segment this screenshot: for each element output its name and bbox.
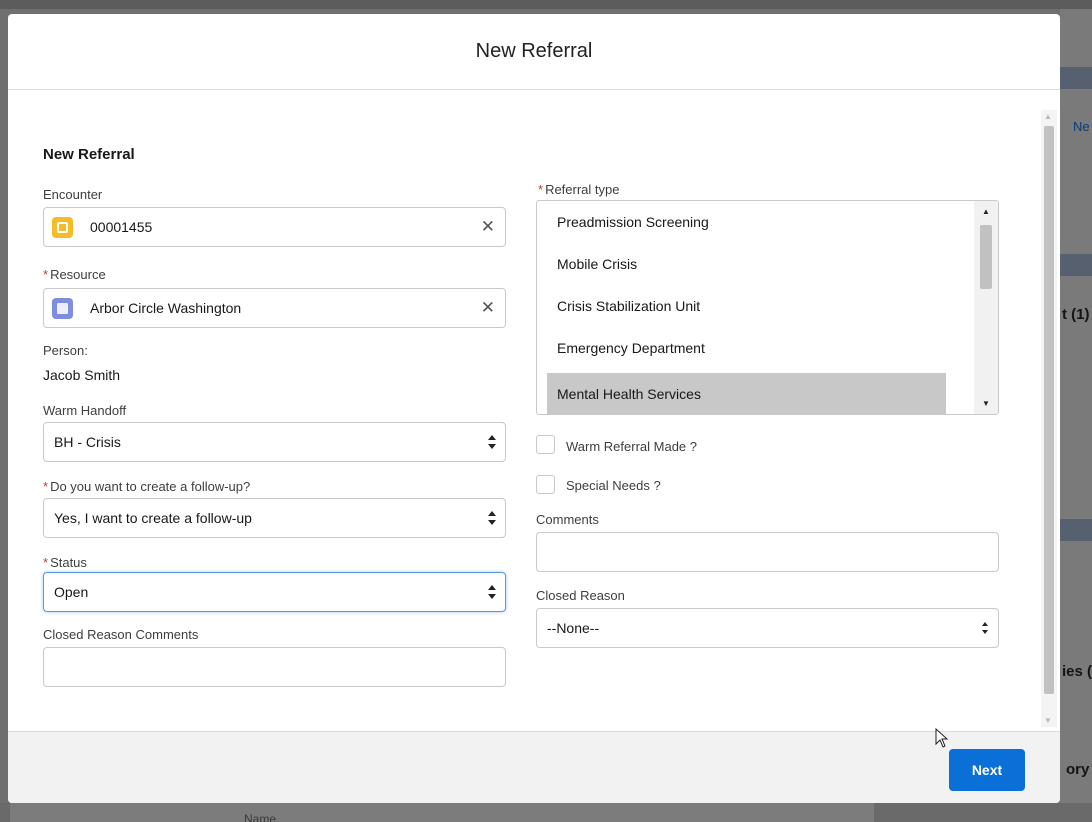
background-band [1060,519,1092,541]
closed-reason-label: Closed Reason [536,588,625,603]
referral-type-option[interactable]: Preadmission Screening [547,201,946,243]
referral-type-option[interactable]: Crisis Stabilization Unit [547,285,946,327]
encounter-record-icon [52,217,73,238]
listbox-scroll-thumb[interactable] [980,225,992,289]
follow-up-label-text: Do you want to create a follow-up? [50,479,251,494]
background-fragment: Ne [1073,119,1090,134]
status-value: Open [54,584,89,600]
comments-label: Comments [536,512,599,527]
clear-encounter-icon[interactable]: ✕ [481,217,495,237]
modal-footer: Next [8,731,1060,803]
referral-type-label: * Referral type [538,182,619,197]
background-band [1060,67,1092,89]
encounter-lookup-field[interactable]: 00001455 ✕ [43,207,506,247]
closed-reason-select[interactable]: --None-- [536,608,999,648]
resource-label: * Resource [43,267,106,282]
scroll-thumb[interactable] [1044,126,1054,694]
warm-referral-checkbox[interactable] [536,435,555,454]
encounter-value: 00001455 [90,219,153,235]
status-label-text: Status [50,555,87,570]
required-marker: * [538,182,544,197]
comments-input[interactable] [536,532,999,572]
account-record-icon [52,298,73,319]
modal-header: New Referral [8,14,1060,90]
background-band [1060,254,1092,276]
closed-reason-comments-label: Closed Reason Comments [43,627,199,642]
referral-type-label-text: Referral type [545,182,620,197]
warm-handoff-value: BH - Crisis [54,434,121,450]
modal-scrollbar[interactable]: ▲ ▼ [1041,110,1057,727]
section-title: New Referral [43,146,135,163]
referral-type-listbox[interactable]: Preadmission Screening Mobile Crisis Cri… [536,200,999,415]
required-marker: * [43,479,49,494]
special-needs-label: Special Needs ? [566,478,661,493]
select-updown-icon [487,583,497,601]
background-fragment: t (1) [1062,306,1090,323]
warm-handoff-select[interactable]: BH - Crisis [43,422,506,462]
select-updown-icon [487,509,497,527]
resource-label-text: Resource [50,267,106,282]
mouse-pointer-icon [935,727,949,753]
warm-referral-label: Warm Referral Made ? [566,439,697,454]
referral-type-option[interactable]: Emergency Department [547,327,946,369]
special-needs-checkbox[interactable] [536,475,555,494]
select-updown-icon [487,433,497,451]
background-top-bar [0,0,1092,9]
status-label: * Status [43,555,87,570]
select-updown-icon [980,619,990,637]
encounter-label: Encounter [43,187,103,202]
scroll-down-arrow-icon[interactable]: ▼ [1044,716,1052,725]
scroll-up-arrow-icon[interactable]: ▲ [1044,112,1052,121]
person-value: Jacob Smith [43,367,121,383]
clear-resource-icon[interactable]: ✕ [481,298,495,318]
referral-type-option[interactable]: Mobile Crisis [547,243,946,285]
required-marker: * [43,555,49,570]
referral-type-option-selected[interactable]: Mental Health Services [547,373,946,414]
scroll-up-arrow-icon[interactable]: ▲ [982,207,990,216]
background-bottom-panel [10,803,874,822]
next-button[interactable]: Next [949,749,1025,791]
modal-title: New Referral [475,40,593,62]
scroll-down-arrow-icon[interactable]: ▼ [982,399,990,408]
person-label: Person: [43,343,88,358]
background-name-header: Name [244,812,277,822]
background-fragment: ory [1066,761,1090,778]
follow-up-select[interactable]: Yes, I want to create a follow-up [43,498,506,538]
closed-reason-value: --None-- [547,620,600,636]
follow-up-label: * Do you want to create a follow-up? [43,479,250,494]
closed-reason-comments-input[interactable] [43,647,506,687]
resource-lookup-field[interactable]: Arbor Circle Washington ✕ [43,288,506,328]
new-referral-modal: New Referral ▲ ▼ New Referral Encounter … [8,14,1060,803]
follow-up-value: Yes, I want to create a follow-up [54,510,252,526]
required-marker: * [43,267,49,282]
status-select[interactable]: Open [43,572,506,612]
listbox-scrollbar[interactable]: ▲ ▼ [974,201,998,414]
resource-value: Arbor Circle Washington [90,300,242,316]
background-fragment: ies ( [1062,663,1092,680]
warm-handoff-label: Warm Handoff [43,403,127,418]
